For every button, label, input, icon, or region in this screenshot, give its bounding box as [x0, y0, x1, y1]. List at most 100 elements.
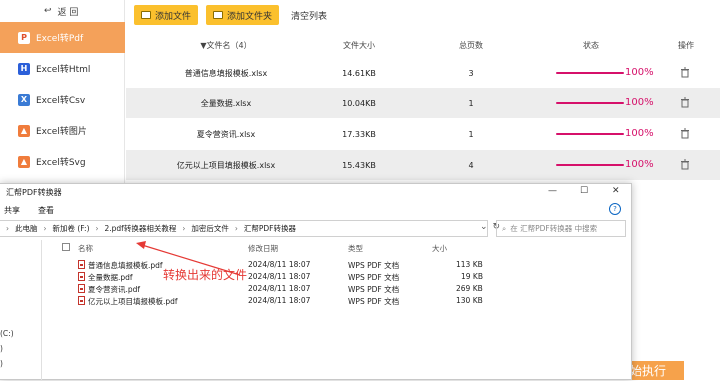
progress-percent: 100%	[625, 97, 654, 108]
chevron-right-icon: ›	[43, 224, 47, 233]
progress-bar	[556, 72, 624, 74]
add-folder-button[interactable]: 添加文件夹	[206, 5, 280, 25]
table-row: 普通信息填报模板.xlsx 14.61KB 3 100%	[126, 58, 720, 88]
file-size: 10.04KB	[342, 98, 376, 108]
nav-item[interactable]: )	[0, 344, 3, 353]
tab-view[interactable]: 查看	[38, 205, 54, 216]
chevron-right-icon: ›	[6, 224, 9, 233]
add-file-label: 添加文件	[155, 11, 192, 22]
chevron-right-icon: ›	[95, 224, 99, 233]
search-input[interactable]: ⌕ 在 汇帮PDF转换器 中搜索	[496, 220, 626, 237]
progress-percent: 100%	[625, 67, 654, 78]
file-type: WPS PDF 文档	[348, 285, 400, 294]
page-count: 1	[468, 129, 474, 139]
sidebar-item-label: Excel转图片	[36, 127, 87, 137]
column-type[interactable]: 类型	[348, 243, 363, 254]
sidebar-item-label: Excel转Csv	[36, 96, 86, 106]
svg-icon: ▲	[18, 155, 30, 168]
file-row[interactable]: 夏令营资讯.pdf 2024/8/11 18:07 WPS PDF 文档 269…	[52, 284, 492, 295]
file-type: WPS PDF 文档	[348, 273, 400, 282]
table-row: 夏令营资讯.xlsx 17.33KB 1 100%	[126, 119, 720, 149]
progress-bar	[556, 133, 624, 135]
sidebar-item-excel-to-csv[interactable]: X Excel转Csv	[0, 84, 125, 115]
progress-percent: 100%	[625, 128, 654, 139]
breadcrumb-item[interactable]: 新加卷 (F:)	[53, 223, 90, 234]
file-row[interactable]: 亿元以上项目填报模板.pdf 2024/8/11 18:07 WPS PDF 文…	[52, 296, 492, 307]
header-status: 状态	[583, 40, 599, 50]
toolbar: 添加文件 添加文件夹 清空列表	[134, 4, 327, 26]
nav-item[interactable]: )	[0, 359, 3, 368]
table-header: ▼文件名（4） 文件大小 总页数 状态 操作	[126, 34, 720, 56]
select-all-checkbox[interactable]	[62, 243, 70, 251]
ribbon-tabs: 共享 查看	[0, 202, 54, 218]
breadcrumb-item[interactable]: 此电脑	[15, 223, 38, 234]
pdf-file-icon	[78, 260, 85, 269]
sidebar-item-excel-to-image[interactable]: ▲ Excel转图片	[0, 115, 125, 146]
progress-bar	[556, 164, 624, 166]
sidebar-item-excel-to-pdf[interactable]: P Excel转Pdf	[0, 22, 125, 53]
column-size[interactable]: 大小	[432, 243, 447, 254]
chevron-down-icon[interactable]: ⌄	[480, 222, 488, 232]
header-action: 操作	[678, 40, 694, 50]
maximize-icon[interactable]: ☐	[580, 186, 588, 196]
csv-icon: X	[18, 93, 30, 106]
file-size: 113 KB	[456, 260, 483, 269]
annotation-label: 转换出来的文件	[163, 268, 248, 282]
delete-icon[interactable]	[680, 97, 690, 108]
delete-icon[interactable]	[680, 159, 690, 170]
file-list-panel: 添加文件 添加文件夹 清空列表 ▼文件名（4） 文件大小 总页数 状态 操作 普…	[126, 0, 720, 185]
pdf-icon: P	[18, 31, 30, 44]
minimize-icon[interactable]: —	[548, 186, 557, 196]
page-count: 4	[468, 160, 474, 170]
window-title: 汇帮PDF转换器	[6, 187, 62, 197]
add-folder-label: 添加文件夹	[227, 11, 273, 22]
file-name: 夏令营资讯.xlsx	[196, 129, 256, 139]
start-button[interactable]: 始执行	[628, 361, 684, 380]
sidebar-item-label: Excel转Pdf	[36, 34, 84, 44]
navigation-pane: (C:) ) )	[0, 240, 42, 381]
file-name: 全量数据.xlsx	[200, 98, 252, 108]
help-icon[interactable]: ?	[609, 203, 621, 215]
delete-icon[interactable]	[680, 128, 690, 139]
sidebar-item-excel-to-svg[interactable]: ▲ Excel转Svg	[0, 146, 125, 177]
file-name: 亿元以上项目填报模板.xlsx	[176, 160, 276, 170]
file-name: 亿元以上项目填报模板.pdf	[88, 297, 178, 306]
tab-share[interactable]: 共享	[4, 205, 20, 216]
file-name: 夏令营资讯.pdf	[88, 285, 141, 294]
add-file-button[interactable]: 添加文件	[134, 5, 199, 25]
header-size: 文件大小	[343, 40, 375, 50]
image-icon: ▲	[18, 124, 30, 137]
back-button[interactable]: ↩ 返 回	[0, 0, 124, 22]
back-arrow-icon: ↩	[44, 6, 52, 16]
file-type: WPS PDF 文档	[348, 297, 400, 306]
file-modified: 2024/8/11 18:07	[248, 296, 311, 305]
file-name: 普通信息填报模板.xlsx	[184, 68, 268, 78]
file-modified: 2024/8/11 18:07	[248, 284, 311, 293]
search-icon: ⌕	[502, 223, 507, 233]
back-label: 返 回	[57, 7, 79, 18]
sidebar-item-label: Excel转Svg	[36, 158, 86, 168]
page-count: 3	[468, 68, 474, 78]
file-type: WPS PDF 文档	[348, 261, 400, 270]
clear-list-button[interactable]: 清空列表	[287, 9, 327, 22]
file-size: 19 KB	[461, 272, 483, 281]
delete-icon[interactable]	[680, 67, 690, 78]
add-folder-icon	[213, 11, 224, 19]
progress-bar	[556, 102, 624, 104]
close-icon[interactable]: ✕	[612, 186, 620, 196]
file-size: 130 KB	[456, 296, 483, 305]
sidebar-item-label: Excel转Html	[36, 65, 91, 75]
header-pages: 总页数	[459, 40, 483, 50]
column-name[interactable]: 名称	[78, 243, 93, 254]
nav-item[interactable]: (C:)	[0, 329, 14, 338]
progress-percent: 100%	[625, 159, 654, 170]
search-placeholder: 在 汇帮PDF转换器 中搜索	[510, 224, 598, 233]
sidebar-item-excel-to-html[interactable]: H Excel转Html	[0, 53, 125, 84]
file-size: 14.61KB	[342, 68, 376, 78]
page-count: 1	[468, 98, 474, 108]
add-file-icon	[141, 11, 151, 19]
pdf-file-icon	[78, 296, 85, 305]
header-name[interactable]: ▼文件名（4）	[126, 34, 326, 56]
table-row: 全量数据.xlsx 10.04KB 1 100%	[126, 88, 720, 118]
file-size: 269 KB	[456, 284, 483, 293]
